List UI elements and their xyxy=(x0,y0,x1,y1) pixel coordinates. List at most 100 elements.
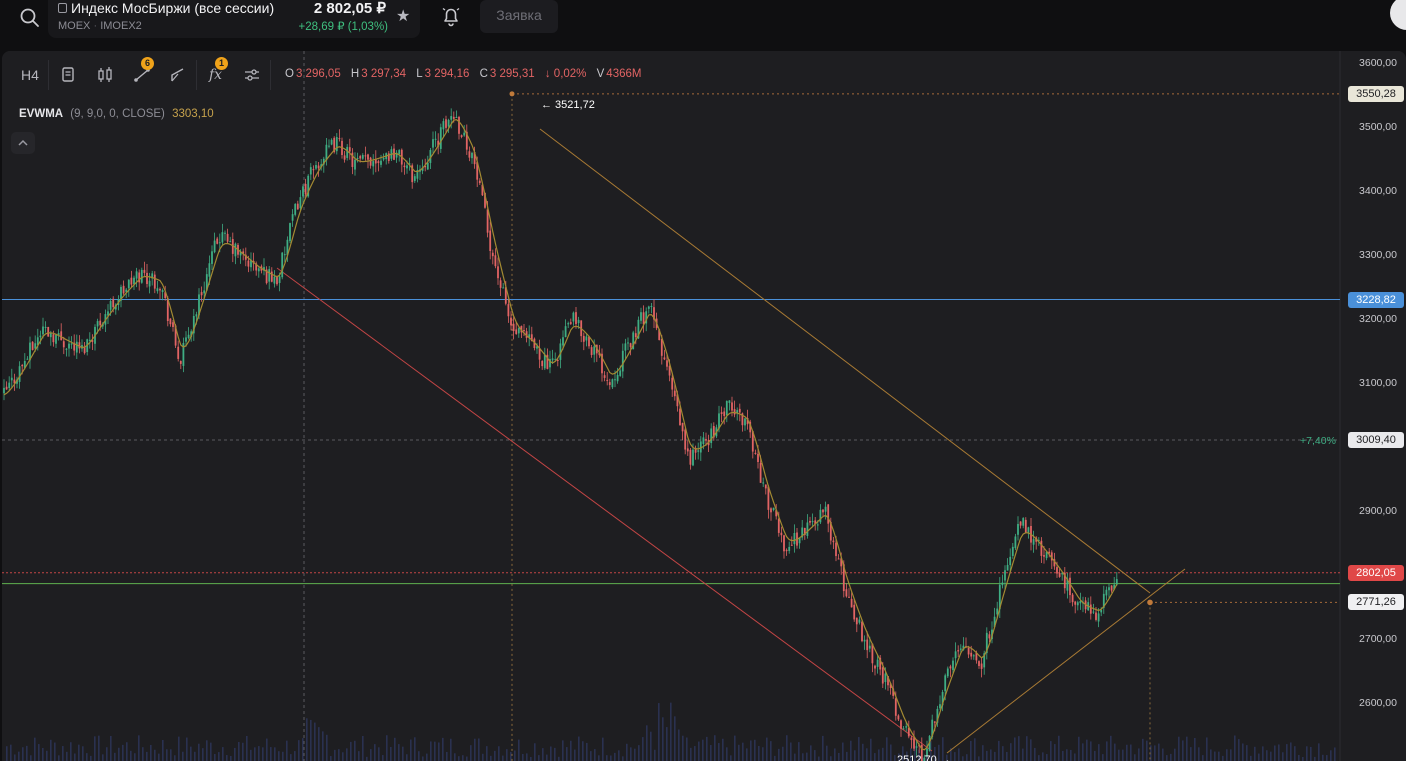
indicators-button[interactable]: fx 1 xyxy=(197,57,234,90)
avatar[interactable] xyxy=(1390,0,1406,30)
candle-body xyxy=(866,639,869,651)
candle-body xyxy=(1017,523,1019,535)
volume-bar xyxy=(314,722,316,761)
bell-icon[interactable] xyxy=(437,2,465,30)
candle-body xyxy=(1069,577,1071,596)
volume-bar xyxy=(774,755,776,761)
candle-body xyxy=(304,183,307,195)
search-icon[interactable] xyxy=(16,4,44,32)
volume-bar xyxy=(1246,745,1248,761)
candle-body xyxy=(367,154,369,160)
favorite-star-icon[interactable]: ★ xyxy=(396,6,410,26)
candle-body xyxy=(195,314,198,317)
volume-bar xyxy=(854,750,856,761)
volume-bar xyxy=(750,740,752,761)
volume-bar xyxy=(754,739,756,761)
candle-body xyxy=(335,137,338,152)
volume-bar xyxy=(234,747,236,761)
candle-body xyxy=(278,276,281,283)
volume-bar xyxy=(470,745,472,761)
instrument-change: +28,69 ₽ (1,03%) xyxy=(298,21,388,33)
volume-bar xyxy=(550,746,552,761)
candle-body xyxy=(452,116,455,119)
candles-icon[interactable] xyxy=(86,60,123,90)
volume-bar xyxy=(1318,743,1320,761)
measure-anchor-top[interactable] xyxy=(509,91,515,97)
indicator-legend[interactable]: EVWMA (9, 9,0, 0, CLOSE) 3303,10 xyxy=(19,108,214,120)
volume-bar xyxy=(1022,748,1024,761)
instrument-card[interactable]: Индекс МосБиржи (все сессии) MOEX · IMOE… xyxy=(48,0,420,38)
volume-bar xyxy=(166,749,168,761)
plot-area[interactable] xyxy=(2,51,1340,761)
price-axis[interactable] xyxy=(1340,51,1406,761)
candle-body xyxy=(954,651,957,659)
volume-bar xyxy=(118,747,120,761)
percent-change-label: +7,40% xyxy=(1300,435,1336,447)
candle-body xyxy=(247,260,250,267)
candle-body xyxy=(582,335,585,342)
volume-bar xyxy=(1026,736,1028,761)
price-chart[interactable]: 3600,00 3500,00 3400,00 3300,00 3200,00 3100,… xyxy=(2,51,1406,761)
volume-bar xyxy=(990,749,992,761)
chart-type-icon[interactable] xyxy=(49,60,86,90)
candle-body xyxy=(445,119,447,128)
candle-body xyxy=(590,347,593,355)
candle-body xyxy=(551,358,554,361)
drawing-tools-icon[interactable]: 6 xyxy=(123,57,160,90)
volume-bar xyxy=(362,735,364,761)
candle-body xyxy=(611,379,614,388)
measure-anchor-bottom[interactable] xyxy=(1147,599,1153,606)
candle-body xyxy=(728,400,731,403)
price-axis-label: 3100,00 xyxy=(1359,377,1397,389)
volume-bar xyxy=(678,729,680,761)
volume-bar xyxy=(330,756,332,761)
candle-body xyxy=(793,533,796,545)
order-button[interactable]: Заявка xyxy=(480,0,558,33)
timeframe-button[interactable]: H4 xyxy=(12,60,49,90)
volume-bar xyxy=(26,745,28,761)
candle-body xyxy=(692,449,694,466)
candle-body xyxy=(697,450,700,452)
instrument-name: Индекс МосБиржи (все сессии) xyxy=(71,0,275,16)
volume-bar xyxy=(1110,735,1112,761)
candle-body xyxy=(744,418,746,426)
candle-body xyxy=(18,366,21,382)
price-axis-label: 3600,00 xyxy=(1359,57,1397,69)
volume-bar xyxy=(582,741,584,761)
close-value: 3 295,31 xyxy=(489,68,535,80)
volume-bar xyxy=(638,745,640,761)
ticker-label: IMOEX2 xyxy=(100,20,142,32)
volume-bar xyxy=(790,742,792,761)
low-price-label: 2512,70 → xyxy=(897,754,951,761)
volume-bar xyxy=(1166,755,1168,761)
volume-bar xyxy=(598,755,600,761)
volume-bar xyxy=(730,755,732,761)
settings-sliders-icon[interactable] xyxy=(234,60,271,90)
volume-bar xyxy=(1190,747,1192,761)
brush-icon[interactable] xyxy=(160,60,197,90)
volume-bar xyxy=(510,751,512,761)
candle-body xyxy=(681,423,684,432)
candle-body xyxy=(512,323,515,332)
volume-bar xyxy=(738,744,740,761)
volume-bar xyxy=(338,749,340,761)
volume-bar xyxy=(1230,749,1232,761)
volume-bar xyxy=(1270,751,1272,761)
candle-body xyxy=(569,322,572,324)
candle-body xyxy=(705,439,707,441)
volume-bar xyxy=(690,747,692,761)
volume-bar xyxy=(590,751,592,761)
volume-bar xyxy=(290,754,292,761)
volume-bar xyxy=(1214,751,1216,761)
volume-bar xyxy=(218,752,220,761)
chart-panel[interactable]: 3600,00 3500,00 3400,00 3300,00 3200,00 3100,… xyxy=(2,51,1406,761)
candle-body xyxy=(1115,579,1118,585)
candle-body xyxy=(268,269,271,282)
candle-body xyxy=(510,317,512,326)
volume-bar xyxy=(1322,754,1324,761)
price-axis-label: 3200,00 xyxy=(1359,313,1397,325)
candle-body xyxy=(952,660,954,670)
collapse-legend-button[interactable] xyxy=(11,132,35,154)
volume-bar xyxy=(522,753,524,761)
volume-bar xyxy=(970,740,972,761)
